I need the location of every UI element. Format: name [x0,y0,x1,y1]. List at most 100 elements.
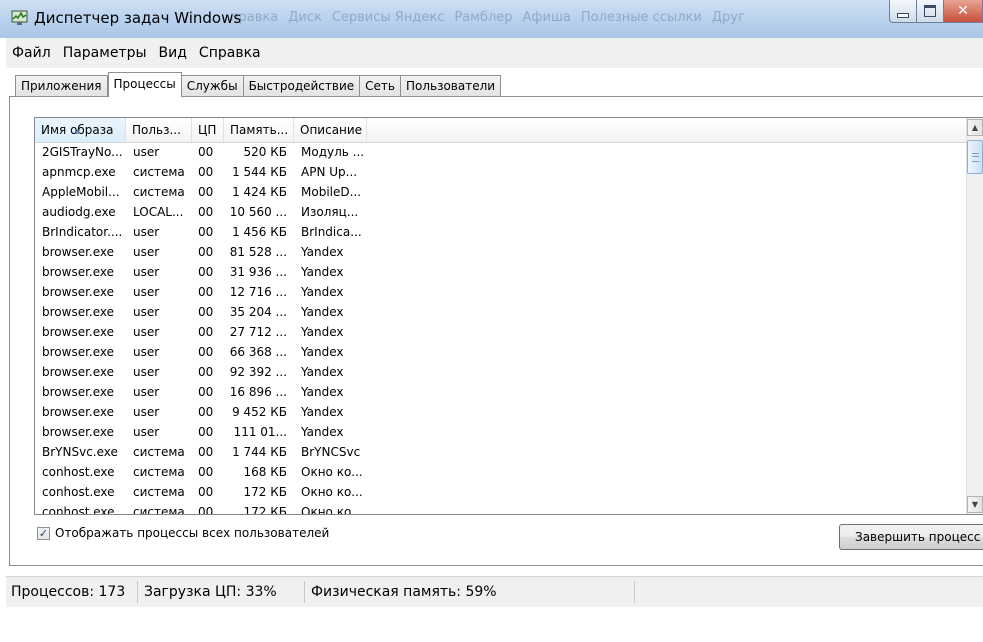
table-row[interactable]: BrIndicator.... user 00 1 456 КБ BrIndica... [35,222,967,242]
table-row[interactable]: AppleMobil... система 00 1 424 КБ MobileD... [35,182,967,202]
menu-options[interactable]: Параметры [57,45,153,61]
table-row[interactable]: browser.exe user 00 9 452 КБ Yandex [35,402,967,422]
checkmark-icon: ✓ [38,526,49,540]
cell-user: система [133,445,185,459]
grip-icon [971,152,979,162]
cell-image-name: browser.exe [42,285,115,299]
table-row[interactable]: browser.exe user 00 31 936 ... Yandex [35,262,967,282]
cell-image-name: browser.exe [42,325,115,339]
status-physical-memory: Физическая память: 59% [306,581,635,603]
window-controls: ✕ [889,0,983,24]
table-row[interactable]: browser.exe user 00 66 368 ... Yandex [35,342,967,362]
cell-image-name: AppleMobil... [42,185,120,199]
cell-description: Окно ко... [301,505,363,515]
cell-cpu: 00 [198,185,214,199]
status-cpu-usage: Загрузка ЦП: 33% [139,581,305,603]
scroll-down-arrow-icon: ▼ [971,500,979,509]
table-row[interactable]: browser.exe user 00 35 204 ... Yandex [35,302,967,322]
cell-cpu: 00 [198,165,214,179]
cell-image-name: apnmcp.exe [42,165,116,179]
cell-memory: 520 КБ [243,145,287,159]
tab-processes[interactable]: Процессы [107,72,182,97]
cell-memory: 1 424 КБ [232,185,287,199]
cell-description: BrYNCSvc [301,445,361,459]
tab-applications[interactable]: Приложения [15,75,108,96]
table-row[interactable]: 2GISTrayNo... user 00 520 КБ Модуль ... [35,142,967,162]
process-list[interactable]: ▲ Имя образа Польз... ЦП Память... Описа… [34,117,983,515]
title-bar[interactable]: правка Диск Сервисы Яндекс Рамблер Афиша Поле… [0,0,983,38]
column-header-cpu[interactable]: ЦП [192,118,224,142]
cell-image-name: browser.exe [42,265,115,279]
show-all-users-label[interactable]: Отображать процессы всех пользователей [55,526,329,540]
cell-image-name: browser.exe [42,385,115,399]
cell-user: user [133,325,160,339]
table-row[interactable]: browser.exe user 00 27 712 ... Yandex [35,322,967,342]
status-bar: Процессов: 173 Загрузка ЦП: 33% Физическ… [6,576,983,607]
cell-description: Yandex [301,245,344,259]
maximize-icon [924,5,936,17]
table-row[interactable]: browser.exe user 00 12 716 ... Yandex [35,282,967,302]
tab-networking[interactable]: Сеть [360,75,401,96]
tab-performance[interactable]: Быстродействие [243,75,361,96]
vertical-scrollbar[interactable]: ▲ ▼ [966,118,983,514]
column-header-user[interactable]: Польз... [126,118,192,142]
cell-description: Окно ко... [301,465,363,479]
table-row[interactable]: browser.exe user 00 111 01... Yandex [35,422,967,442]
show-all-users-checkbox[interactable]: ✓ [37,526,50,540]
close-button[interactable]: ✕ [944,0,983,23]
cell-description: Окно ко... [301,485,363,499]
table-row[interactable]: conhost.exe система 00 168 КБ Окно ко... [35,462,967,482]
cell-description: Yandex [301,405,344,419]
table-row[interactable]: conhost.exe система 00 172 КБ Окно ко... [35,502,967,515]
table-row[interactable]: audiodg.exe LOCAL... 00 10 560 ... Изоляц... [35,202,967,222]
end-process-button[interactable]: Завершить процесс [839,524,983,550]
minimize-icon [897,12,909,18]
cell-user: система [133,505,185,515]
cell-memory: 16 896 ... [229,385,287,399]
cell-user: LOCAL... [133,205,184,219]
cell-memory: 172 КБ [243,505,287,515]
table-row[interactable]: BrYNSvc.exe система 00 1 744 КБ BrYNCSvc [35,442,967,462]
cell-description: Yandex [301,365,344,379]
table-row[interactable]: browser.exe user 00 16 896 ... Yandex [35,382,967,402]
cell-memory: 168 КБ [243,465,287,479]
menu-view[interactable]: Вид [153,45,193,61]
scroll-up-arrow-icon: ▲ [971,123,979,132]
tab-users[interactable]: Пользователи [400,75,502,96]
background-tab: Друг [711,10,745,25]
cell-memory: 27 712 ... [229,325,287,339]
cell-user: user [133,145,160,159]
show-all-users-toggle[interactable]: ✓ Отображать процессы всех пользователей [37,526,329,540]
menu-help[interactable]: Справка [193,45,267,61]
table-row[interactable]: apnmcp.exe система 00 1 544 КБ APN Up... [35,162,967,182]
column-header-memory[interactable]: Память... [224,118,294,142]
scroll-down-button[interactable]: ▼ [967,496,983,513]
scroll-up-button[interactable]: ▲ [967,119,983,136]
table-row[interactable]: browser.exe user 00 92 392 ... Yandex [35,362,967,382]
cell-image-name: conhost.exe [42,505,115,515]
cell-memory: 12 716 ... [229,285,287,299]
table-row[interactable]: conhost.exe система 00 172 КБ Окно ко... [35,482,967,502]
scroll-thumb[interactable] [967,140,983,174]
cell-image-name: browser.exe [42,245,115,259]
menu-file[interactable]: Файл [6,45,57,61]
process-rows: 2GISTrayNo... user 00 520 КБ Модуль ... apnmc… [35,142,967,515]
table-row[interactable]: browser.exe user 00 81 528 ... Yandex [35,242,967,262]
cell-cpu: 00 [198,425,214,439]
column-header-image-name[interactable]: ▲ Имя образа [35,118,126,142]
cell-image-name: browser.exe [42,365,115,379]
cell-image-name: BrYNSvc.exe [42,445,118,459]
maximize-button[interactable] [917,0,944,23]
minimize-button[interactable] [889,0,917,23]
column-header-description[interactable]: Описание [294,118,367,142]
list-header: ▲ Имя образа Польз... ЦП Память... Описа… [35,118,967,143]
task-manager-icon[interactable] [11,10,29,26]
cell-description: Изоляц... [301,205,359,219]
cell-image-name: browser.exe [42,345,115,359]
cell-user: user [133,365,160,379]
cell-memory: 66 368 ... [229,345,287,359]
tab-services[interactable]: Службы [181,75,244,96]
background-tab: Диск [288,10,322,25]
cell-user: user [133,225,160,239]
cell-memory: 35 204 ... [229,305,287,319]
